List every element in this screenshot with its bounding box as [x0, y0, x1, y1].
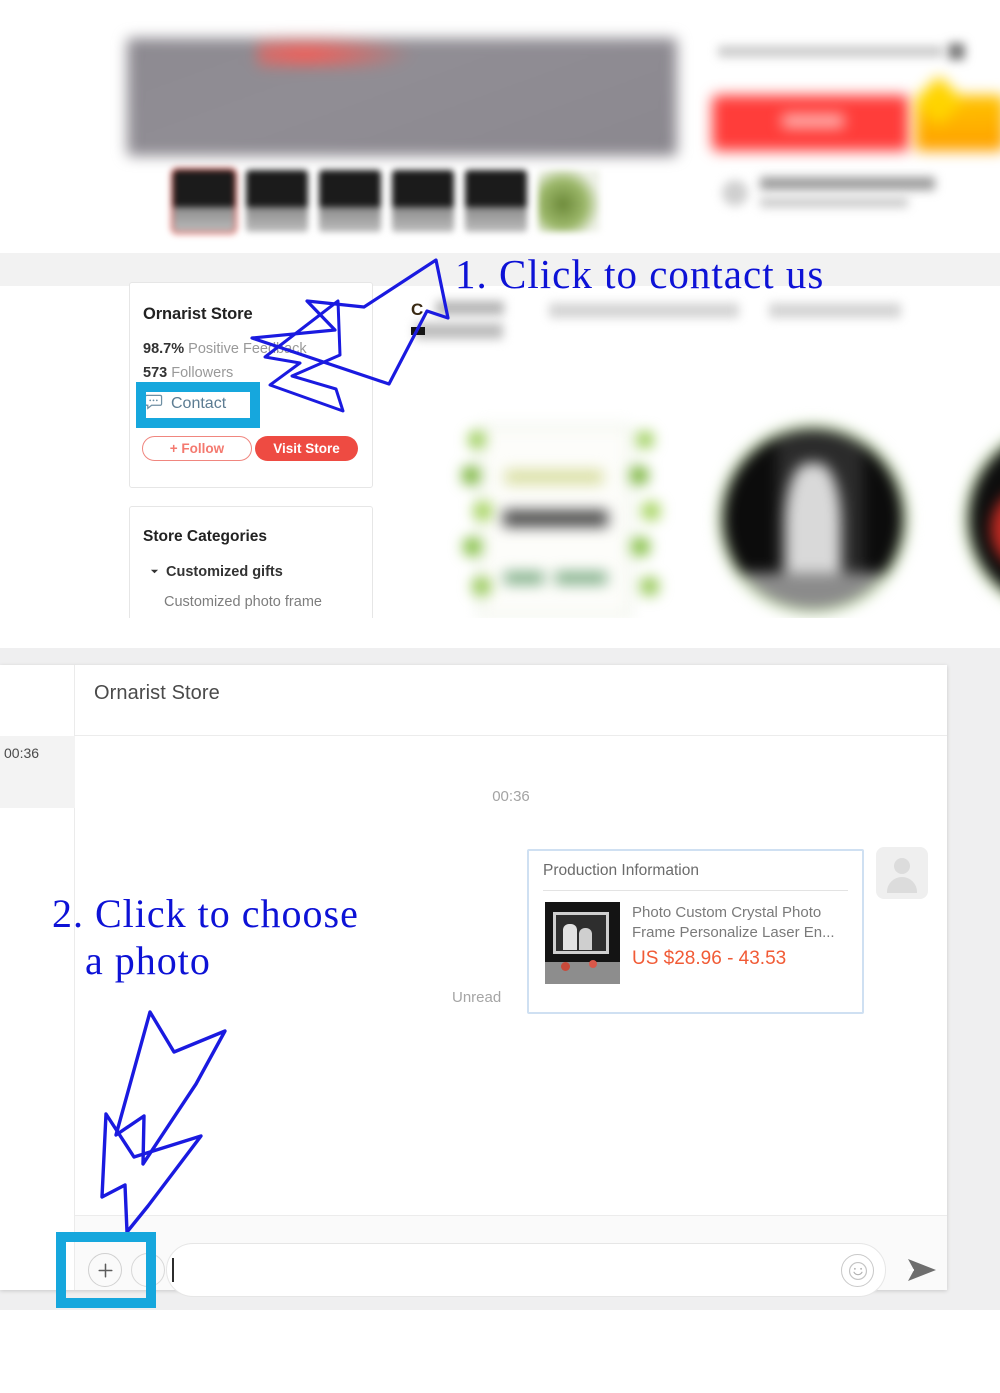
content-image-1-line-b [555, 572, 607, 584]
product-message-name: Photo Custom Crystal Photo Frame Persona… [632, 904, 835, 941]
tab-description-blurred[interactable] [436, 301, 504, 315]
chat-header-title: Ornarist Store [94, 682, 220, 704]
tab-active-indicator [411, 327, 425, 335]
thumbnail-2[interactable] [246, 170, 308, 232]
follow-button-label: + Follow [169, 441, 225, 456]
positive-feedback-row: 98.7% Positive Feedback [143, 341, 307, 357]
tab-specifications-blurred[interactable] [769, 303, 901, 318]
content-image-1-heading [505, 470, 603, 484]
screenshot-separator [0, 618, 1000, 648]
category-customized-gifts-label: Customized gifts [166, 564, 283, 580]
product-message-thumbnail[interactable] [545, 902, 620, 984]
avatar [876, 847, 928, 899]
followers-value: 573 [143, 365, 168, 381]
product-thumbnail-strip[interactable] [171, 168, 600, 234]
buyer-protection-desc [760, 198, 908, 207]
highlight-box-contact [136, 382, 260, 428]
add-to-cart-button[interactable] [915, 95, 1000, 151]
product-gallery-main-image[interactable] [127, 34, 677, 156]
thumbnail-1[interactable] [171, 168, 237, 234]
visit-store-button-label: Visit Store [273, 441, 340, 456]
page-bottom-whitespace [0, 1310, 1000, 1393]
smiley-icon-glyph [848, 1261, 867, 1280]
content-image-1-subheading [503, 510, 608, 527]
product-page-screenshot: C Ornarist Store 98.7% Positive Feedback… [0, 0, 1000, 618]
tab-description-underline-blurred [415, 323, 503, 339]
highlight-box-attachment [56, 1232, 156, 1308]
screenshot-canvas: C Ornarist Store 98.7% Positive Feedback… [0, 0, 1000, 1393]
send-arrow-icon[interactable] [905, 1255, 939, 1285]
conversation-time: 00:36 [4, 745, 40, 761]
smiley-icon[interactable] [841, 1254, 874, 1287]
follow-button[interactable]: + Follow [142, 436, 252, 461]
buy-now-label [782, 114, 844, 128]
thumbnail-3[interactable] [319, 170, 381, 232]
buyer-protection-icon [722, 180, 748, 206]
visit-store-button[interactable]: Visit Store [255, 436, 358, 461]
product-title-blurred [718, 46, 943, 57]
thumbnail-6[interactable] [538, 170, 600, 232]
product-message-price: US $28.96 - 43.53 [632, 948, 787, 969]
positive-feedback-label: Positive Feedback [188, 341, 307, 357]
unread-status: Unread [452, 989, 502, 1006]
content-image-2 [717, 423, 909, 615]
store-name: Ornarist Store [143, 305, 253, 323]
decorative-vine-right [630, 420, 660, 618]
product-message-card-divider [543, 890, 848, 891]
category-customized-gifts[interactable]: Customized gifts [150, 564, 283, 580]
product-message-card-title: Production Information [543, 862, 699, 879]
text-caret [172, 1258, 174, 1282]
followers-label: Followers [171, 365, 234, 381]
send-arrow-icon-glyph [908, 1259, 936, 1281]
buyer-protection-title [760, 177, 935, 190]
decorative-vine-left [462, 420, 492, 618]
content-image-1-line-a [504, 572, 544, 584]
store-categories-title: Store Categories [143, 528, 268, 545]
tab-active-initial: C [411, 300, 424, 319]
message-timestamp: 00:36 [492, 788, 530, 805]
tab-customer-reviews-blurred[interactable] [549, 303, 739, 318]
thumbnail-4[interactable] [392, 170, 454, 232]
followers-row: 573 Followers [143, 365, 233, 381]
annotation-step-1: 1. Click to contact us [455, 251, 825, 297]
category-customized-photo-frame[interactable]: Customized photo frame [164, 594, 322, 610]
positive-feedback-value: 98.7% [143, 341, 185, 357]
caret-down-icon [150, 564, 159, 580]
annotation-step-2: 2. Click to choose a photo [52, 891, 359, 984]
product-badge-icon [948, 43, 965, 60]
thumbnail-5[interactable] [465, 170, 527, 232]
message-input[interactable] [166, 1243, 886, 1297]
